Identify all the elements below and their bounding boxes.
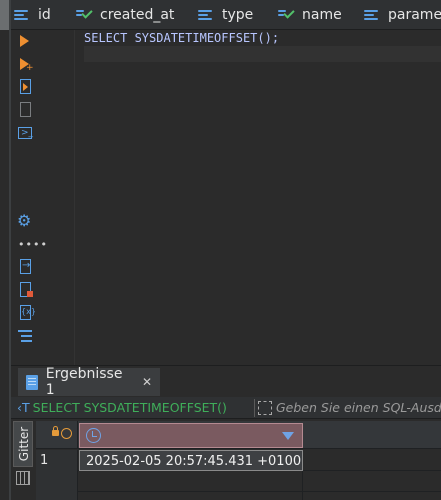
table-row[interactable]: [36, 492, 441, 500]
column-label: created_at: [100, 7, 175, 23]
result-column-header[interactable]: [79, 423, 303, 448]
filter-bar: ‹T SELECT SYSDATETIMEOFFSET() Geben Sie e…: [11, 397, 441, 419]
column-label: paramet: [388, 7, 441, 23]
sql-statement[interactable]: SELECT SYSDATETIMEOFFSET();: [84, 30, 279, 46]
execute-icon[interactable]: [16, 32, 34, 50]
status-circle-icon: [61, 428, 72, 439]
result-cell[interactable]: [79, 492, 303, 500]
export-icon[interactable]: →: [16, 258, 34, 276]
console-icon[interactable]: >_: [16, 124, 34, 142]
grid-icon: [26, 374, 38, 390]
tab-label: Ergebnisse 1: [45, 366, 123, 398]
expand-icon[interactable]: [258, 401, 272, 415]
column-check-icon: [76, 7, 94, 22]
column-list-icon: [14, 8, 32, 22]
results-tab-row: Ergebnisse 1 ✕: [11, 366, 441, 398]
sql-editor[interactable]: [11, 30, 441, 365]
column-check-icon: [278, 7, 296, 22]
filter-input[interactable]: Geben Sie einen SQL-Ausd: [276, 397, 441, 419]
row-number: [36, 471, 78, 492]
script-icon[interactable]: [16, 78, 34, 96]
column-parameters[interactable]: paramet: [364, 0, 441, 30]
filter-sql-text: ‹T SELECT SYSDATETIMEOFFSET(): [17, 400, 227, 415]
table-row[interactable]: 1 2025-02-05 20:57:45.431 +0100: [36, 450, 441, 471]
close-icon[interactable]: ✕: [142, 375, 152, 389]
side-tab-label: Gitter: [17, 426, 31, 462]
column-label: id: [38, 7, 51, 23]
column-type[interactable]: type: [198, 0, 253, 30]
table-view-icon[interactable]: [16, 471, 30, 485]
result-cell[interactable]: [79, 471, 303, 492]
variables-icon[interactable]: {x}: [16, 304, 36, 322]
lock-icon: [52, 426, 59, 436]
clock-icon: [86, 428, 101, 443]
table-row[interactable]: [36, 471, 441, 492]
more-icon[interactable]: ••••: [16, 236, 47, 254]
current-line-highlight: [84, 46, 441, 62]
column-name[interactable]: name: [278, 0, 342, 30]
column-label: type: [222, 7, 254, 23]
column-label: name: [302, 7, 342, 23]
editor-gutter-separator: [74, 30, 75, 365]
file-warning-icon[interactable]: [16, 281, 34, 299]
tab-results-1[interactable]: Ergebnisse 1 ✕: [18, 366, 160, 398]
filter-separator: [254, 399, 255, 417]
dropdown-icon[interactable]: [282, 432, 294, 440]
grid-view-toggle[interactable]: Gitter: [13, 421, 33, 467]
settings-icon[interactable]: ⚙: [16, 212, 34, 230]
column-created-at[interactable]: created_at: [76, 0, 174, 30]
row-number: 1: [36, 450, 78, 471]
column-list-icon: [198, 8, 216, 22]
empty-cell: [304, 492, 441, 500]
column-list-icon: [364, 8, 382, 22]
explain-icon[interactable]: [16, 101, 34, 119]
column-id[interactable]: id: [14, 0, 51, 30]
row-number: [36, 492, 78, 500]
result-cell[interactable]: 2025-02-05 20:57:45.431 +0100: [79, 450, 303, 471]
text-type-icon: ‹T: [17, 400, 30, 415]
empty-cell: [304, 450, 441, 471]
empty-cell: [304, 471, 441, 492]
outline-icon[interactable]: [16, 327, 34, 345]
execute-new-tab-icon[interactable]: +: [16, 55, 34, 73]
